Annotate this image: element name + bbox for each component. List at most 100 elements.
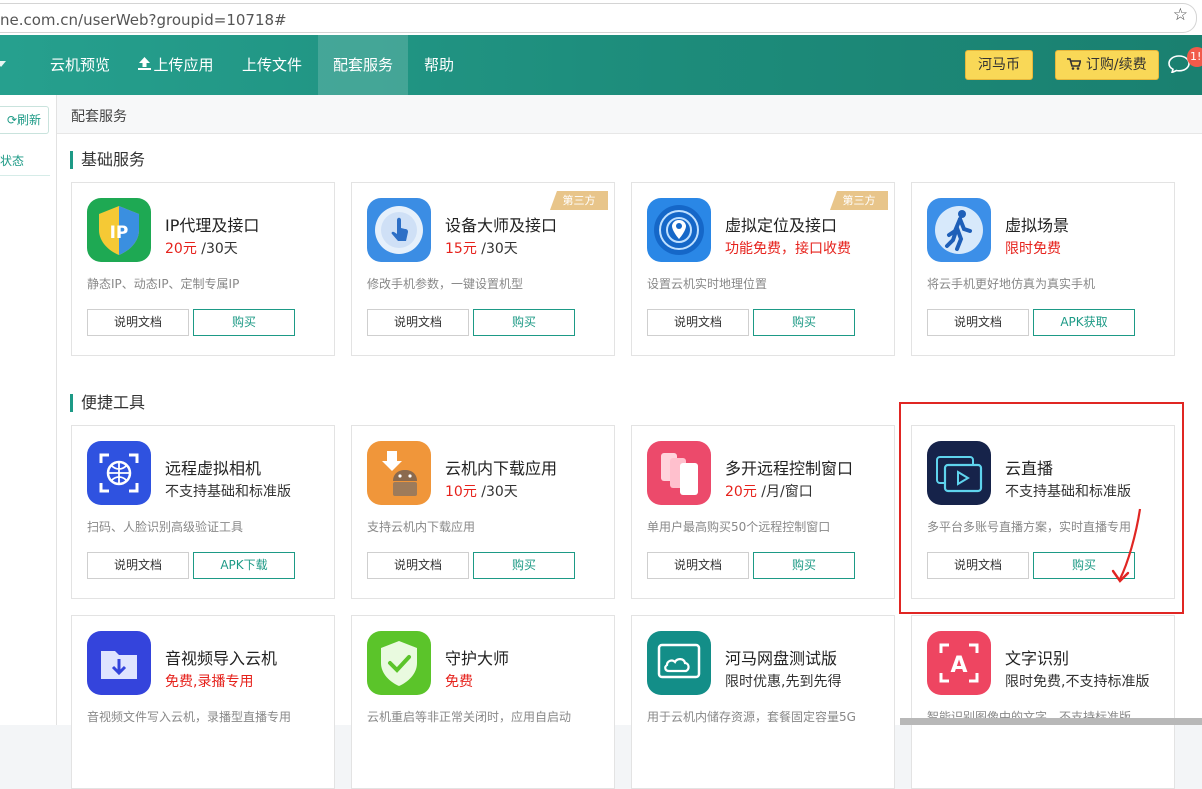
card-title: 远程虚拟相机 bbox=[165, 459, 262, 478]
card-price: 免费,录播专用 bbox=[165, 671, 253, 691]
nav-upload-app[interactable]: 上传应用 bbox=[126, 35, 226, 95]
price-value: 免费 bbox=[445, 674, 473, 690]
service-card-text-recognition: A 文字识别 限时免费,不支持标准版 智能识别图像中的文字，不支持标准版 bbox=[911, 615, 1175, 789]
refresh-icon: ⟳ bbox=[6, 113, 18, 127]
card-title: 虚拟场景 bbox=[1005, 216, 1070, 235]
service-card-virtual-scene: 虚拟场景 限时免费 将云手机更好地仿真为真实手机 说明文档 APK获取 bbox=[911, 182, 1175, 356]
card-title: 河马网盘测试版 bbox=[725, 649, 838, 668]
url-text[interactable]: ne.com.cn/userWeb?groupid=10718# bbox=[0, 11, 287, 29]
service-card-guard-master: 守护大师 免费 云机重启等非正常关闭时，应用自启动 bbox=[351, 615, 615, 789]
refresh-label: 刷新 bbox=[17, 113, 42, 127]
top-navigation: 云机预览 上传应用 上传文件 配套服务 帮助 河马币 订购/续费 bbox=[0, 35, 1202, 95]
service-card-virtual-camera: 远程虚拟相机 不支持基础和标准版 扫码、人脸识别高级验证工具 说明文档 APK下… bbox=[71, 425, 335, 599]
card-title: 虚拟定位及接口 bbox=[725, 216, 838, 235]
card-price: 20元 /月/窗口 bbox=[725, 481, 813, 501]
nav-label: 上传应用 bbox=[153, 56, 214, 74]
apk-get-button[interactable]: APK获取 bbox=[1033, 309, 1135, 336]
third-party-ribbon: 第三方 bbox=[550, 191, 608, 210]
card-price: 10元 /30天 bbox=[445, 481, 518, 501]
price-value: 20元 bbox=[725, 484, 757, 500]
ip-shield-icon: IP bbox=[87, 198, 151, 262]
camera-scan-icon bbox=[87, 441, 151, 505]
price-value: 功能免费，接口收费 bbox=[725, 241, 851, 257]
buy-button[interactable]: 购买 bbox=[473, 552, 575, 579]
window-bottom-edge bbox=[900, 718, 1202, 725]
upload-icon bbox=[138, 36, 152, 96]
card-price: 限时优惠,先到先得 bbox=[725, 671, 841, 691]
order-renew-button[interactable]: 订购/续费 bbox=[1055, 50, 1159, 80]
url-field[interactable]: ne.com.cn/userWeb?groupid=10718# bbox=[0, 3, 1197, 33]
card-title: IP代理及接口 bbox=[165, 216, 260, 235]
card-description: 扫码、人脸识别高级验证工具 bbox=[87, 520, 244, 534]
nav-upload-file[interactable]: 上传文件 bbox=[226, 35, 318, 95]
guard-shield-icon bbox=[367, 631, 431, 695]
doc-button[interactable]: 说明文档 bbox=[87, 552, 189, 579]
price-period: 限时优惠,先到先得 bbox=[725, 674, 842, 690]
svg-text:IP: IP bbox=[110, 223, 129, 243]
cloud-drive-icon bbox=[647, 631, 711, 695]
card-title: 文字识别 bbox=[1005, 649, 1070, 668]
doc-button[interactable]: 说明文档 bbox=[647, 309, 749, 336]
section-title-tools: 便捷工具 bbox=[70, 394, 145, 412]
browser-address-bar: ne.com.cn/userWeb?groupid=10718# ☆ bbox=[0, 0, 1202, 36]
nav-help[interactable]: 帮助 bbox=[408, 35, 470, 95]
card-description: 静态IP、动态IP、定制专属IP bbox=[87, 277, 240, 291]
price-value: 15元 bbox=[445, 241, 477, 257]
buy-button[interactable]: 购买 bbox=[753, 552, 855, 579]
card-title: 音视频导入云机 bbox=[165, 649, 278, 668]
card-description: 用于云机内储存资源，套餐固定容量5G bbox=[647, 710, 856, 724]
service-card-hema-drive: 河马网盘测试版 限时优惠,先到先得 用于云机内储存资源，套餐固定容量5G bbox=[631, 615, 895, 789]
third-party-ribbon: 第三方 bbox=[830, 191, 888, 210]
doc-button[interactable]: 说明文档 bbox=[367, 552, 469, 579]
multi-window-icon bbox=[647, 441, 711, 505]
sidebar-status-label: 状态 bbox=[0, 154, 25, 168]
android-download-icon bbox=[367, 441, 431, 505]
buy-button[interactable]: 购买 bbox=[473, 309, 575, 336]
annotation-arrow-icon bbox=[1111, 508, 1142, 583]
card-title: 多开远程控制窗口 bbox=[725, 459, 854, 478]
price-period: /30天 bbox=[196, 241, 238, 257]
nav-label: 上传文件 bbox=[241, 56, 302, 74]
card-description: 将云手机更好地仿真为真实手机 bbox=[927, 277, 1096, 291]
service-card-ip-proxy: IP IP代理及接口 20元 /30天 静态IP、动态IP、定制专属IP 说明文… bbox=[71, 182, 335, 356]
card-price: 免费 bbox=[445, 671, 473, 691]
device-master-icon bbox=[367, 198, 431, 262]
buy-button[interactable]: 购买 bbox=[193, 309, 295, 336]
service-card-in-cloud-download: 云机内下载应用 10元 /30天 支持云机内下载应用 说明文档 购买 bbox=[351, 425, 615, 599]
price-value: 免费,录播专用 bbox=[165, 674, 254, 690]
sidebar-item-status[interactable]: 状态 bbox=[0, 151, 50, 176]
coin-label: 河马币 bbox=[978, 57, 1020, 73]
service-card-media-import: 音视频导入云机 免费,录播专用 音视频文件写入云机，录播型直播专用 bbox=[71, 615, 335, 789]
doc-button[interactable]: 说明文档 bbox=[87, 309, 189, 336]
nav-label: 云机预览 bbox=[49, 56, 110, 74]
cart-icon bbox=[1067, 57, 1085, 73]
price-value: 20元 bbox=[165, 241, 197, 257]
hema-coin-button[interactable]: 河马币 bbox=[965, 50, 1033, 80]
card-title: 设备大师及接口 bbox=[445, 216, 558, 235]
media-import-icon bbox=[87, 631, 151, 695]
price-period: /30天 bbox=[476, 484, 518, 500]
service-card-device-master: 第三方 设备大师及接口 15元 /30天 修改手机参数，一键设置机型 说明文档 … bbox=[351, 182, 615, 356]
nav-label: 帮助 bbox=[423, 56, 454, 74]
doc-button[interactable]: 说明文档 bbox=[647, 552, 749, 579]
nav-cloud-preview[interactable]: 云机预览 bbox=[34, 35, 126, 95]
section-title-basic: 基础服务 bbox=[70, 151, 145, 169]
doc-button[interactable]: 说明文档 bbox=[367, 309, 469, 336]
buy-button[interactable]: 购买 bbox=[753, 309, 855, 336]
card-price: 限时免费,不支持标准版 bbox=[1005, 671, 1149, 691]
card-description: 设置云机实时地理位置 bbox=[647, 277, 768, 291]
menu-caret-icon[interactable] bbox=[0, 61, 6, 67]
bookmark-star-icon[interactable]: ☆ bbox=[1173, 5, 1188, 25]
price-value: 限时免费 bbox=[1005, 241, 1061, 257]
apk-download-button[interactable]: APK下载 bbox=[193, 552, 295, 579]
order-label: 订购/续费 bbox=[1085, 57, 1147, 73]
text-recognition-icon: A bbox=[927, 631, 991, 695]
price-period: /30天 bbox=[476, 241, 518, 257]
notification-badge: 1! bbox=[1187, 47, 1202, 67]
nav-services[interactable]: 配套服务 bbox=[318, 35, 408, 95]
nav-label: 配套服务 bbox=[332, 56, 393, 74]
refresh-button[interactable]: ⟳刷新 bbox=[0, 106, 49, 134]
location-radar-icon bbox=[647, 198, 711, 262]
card-description: 支持云机内下载应用 bbox=[367, 520, 476, 534]
doc-button[interactable]: 说明文档 bbox=[927, 309, 1029, 336]
